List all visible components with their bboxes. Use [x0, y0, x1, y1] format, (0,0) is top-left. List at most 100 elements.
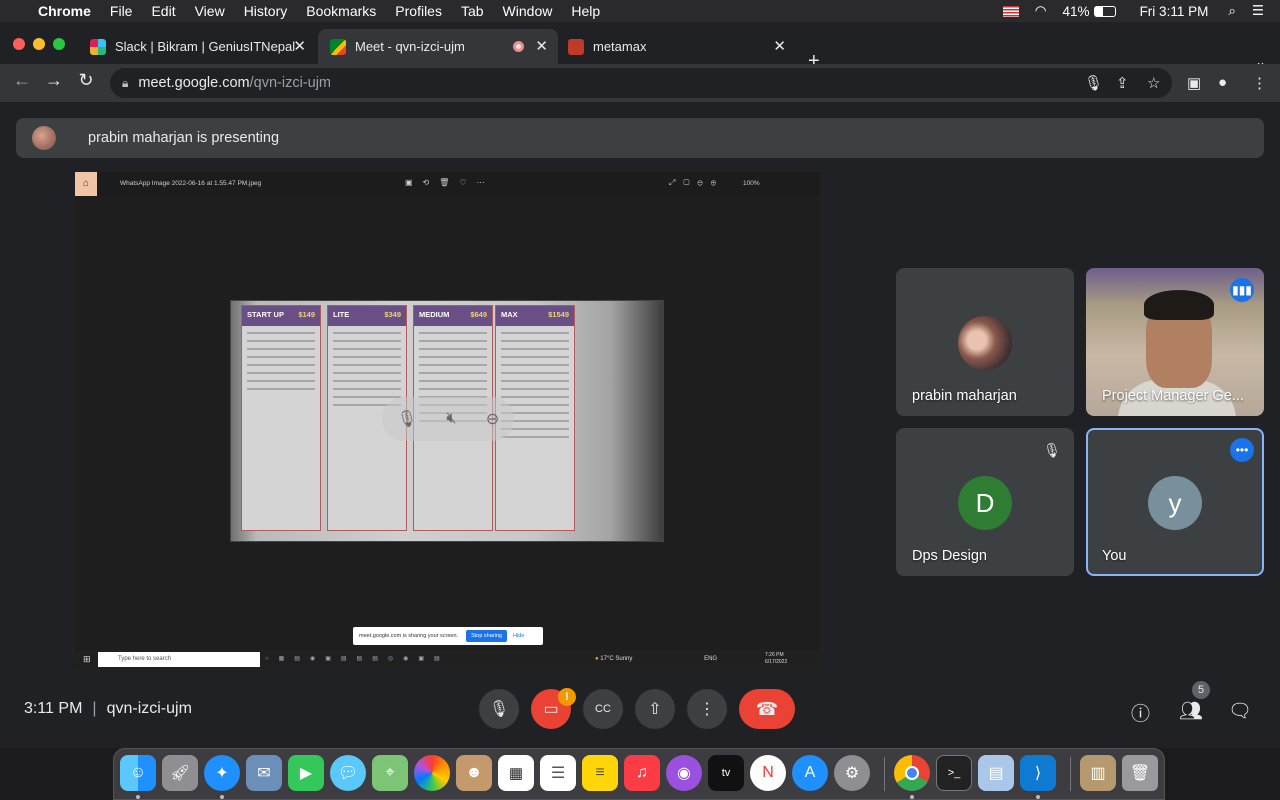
weather-text: 17°C Sunny [600, 656, 633, 662]
calendar-icon[interactable]: ▦ [498, 755, 534, 791]
more-options-icon[interactable]: ••• [1230, 438, 1254, 462]
people-icon[interactable]: 👥︎ [1179, 699, 1203, 723]
share-notice-text: meet.google.com is sharing your screen. [359, 633, 459, 639]
minimize-window-button[interactable] [33, 38, 45, 50]
tab-slack[interactable]: Slack | Bikram | GeniusITNepal ✕ [80, 29, 316, 64]
system-preferences-icon[interactable]: ⚙ [834, 755, 870, 791]
messages-icon[interactable]: 💬︎ [330, 755, 366, 791]
menu-help[interactable]: Help [571, 3, 600, 19]
participant-tile[interactable]: ▮▮▮ Project Manager Ge... [1086, 268, 1264, 416]
side-panel-icon[interactable]: ▣ [1187, 74, 1201, 92]
apple-tv-icon[interactable]: tv [708, 755, 744, 791]
taskbar-date: 6/17/2022 [765, 659, 788, 665]
facetime-icon[interactable]: ▶ [288, 755, 324, 791]
safari-icon[interactable]: ✦ [204, 755, 240, 791]
menu-view[interactable]: View [195, 3, 225, 19]
menu-history[interactable]: History [244, 3, 288, 19]
mac-menu-bar: Chrome File Edit View History Bookmarks … [0, 0, 1280, 22]
chat-icon[interactable]: 🗨︎ [1228, 699, 1252, 723]
mic-off-icon: 🎙︎ [396, 411, 417, 428]
terminal-icon[interactable]: >_ [936, 755, 972, 791]
microphone-button[interactable]: 🎙︎ [479, 689, 519, 729]
close-tab-icon[interactable]: ✕ [293, 37, 306, 55]
participant-tile[interactable]: 🎙︎ D Dps Design [896, 428, 1074, 576]
podcasts-icon[interactable]: ◉ [666, 755, 702, 791]
leave-call-button[interactable]: ☎︎ [739, 689, 795, 729]
lock-icon[interactable]: 🔒︎ [122, 76, 128, 91]
plan-name: MAX [501, 310, 518, 319]
menu-bookmarks[interactable]: Bookmarks [306, 3, 376, 19]
weather-icon: ● [595, 656, 599, 662]
launchpad-icon[interactable]: 🚀︎ [162, 755, 198, 791]
chrome-icon[interactable] [894, 755, 930, 791]
control-center-icon[interactable]: ☰ [1252, 3, 1264, 19]
wifi-icon[interactable]: ◠ [1035, 3, 1047, 19]
bookmark-star-icon[interactable]: ☆ [1147, 74, 1160, 92]
spotlight-search-icon[interactable]: ⌕ [1228, 3, 1236, 19]
captions-button[interactable]: CC [583, 689, 623, 729]
url-path: /qvn-izci-ujm [249, 75, 331, 91]
menu-clock[interactable]: Fri 3:11 PM [1140, 4, 1209, 19]
menu-file[interactable]: File [110, 3, 133, 19]
profile-avatar-icon[interactable]: ● [1218, 74, 1227, 91]
back-arrow-icon[interactable]: ← [10, 70, 34, 91]
notes-icon[interactable]: ≡ [582, 755, 618, 791]
hide-button[interactable]: Hide [513, 633, 524, 639]
music-icon[interactable]: ♫ [624, 755, 660, 791]
menu-profiles[interactable]: Profiles [395, 3, 442, 19]
photo-app-icon[interactable]: ✉ [246, 755, 282, 791]
meeting-info-icon[interactable]: ⓘ [1131, 699, 1150, 726]
menu-tab[interactable]: Tab [461, 3, 484, 19]
tab-metamax[interactable]: metamax ✕ [560, 29, 796, 64]
forward-arrow-icon[interactable]: → [42, 70, 66, 91]
present-screen-button[interactable]: ⇧ [635, 689, 675, 729]
plan-price: $649 [470, 310, 487, 319]
stop-sharing-button[interactable]: Stop sharing [466, 630, 507, 642]
preview-icon[interactable]: ▤ [978, 755, 1014, 791]
trash-icon[interactable]: 🗑︎ [1122, 755, 1158, 791]
photos-icon[interactable] [414, 755, 450, 791]
participant-count-badge: 5 [1192, 681, 1210, 699]
finder-icon[interactable]: ☺ [120, 755, 156, 791]
plan-column: START UP $149 [241, 305, 321, 531]
zoom-window-button[interactable] [53, 38, 65, 50]
more-menu-icon[interactable]: ⋮ [1252, 74, 1267, 92]
app-store-icon[interactable]: A [792, 755, 828, 791]
participant-photo [958, 316, 1012, 370]
taskbar-clock: 7:26 PM 6/17/2022 [765, 652, 787, 666]
close-tab-icon[interactable]: ✕ [773, 37, 786, 55]
remove-icon: ⊖ [485, 411, 500, 428]
vscode-icon[interactable]: ⟩ [1020, 755, 1056, 791]
menu-window[interactable]: Window [503, 3, 553, 19]
volume-off-icon: 🔇︎ [446, 410, 457, 427]
url-host: meet.google.com [138, 75, 250, 91]
microphone-site-icon[interactable]: 🎙︎ [1084, 74, 1103, 92]
mac-dock: ☺ 🚀︎ ✦ ✉ ▶ 💬︎ ⌖ ☻ ▦ ☰ ≡ ♫ ◉ tv N A ⚙ >_ … [113, 748, 1165, 800]
maps-icon[interactable]: ⌖ [372, 755, 408, 791]
plan-price: $149 [298, 310, 315, 319]
battery-icon[interactable] [1093, 5, 1116, 17]
participant-tile[interactable]: prabin maharjan [896, 268, 1074, 416]
tab-meet[interactable]: Meet - qvn-izci-ujm ✕ [318, 29, 558, 64]
participant-tile-self[interactable]: ••• y You [1086, 428, 1264, 576]
menu-app-name[interactable]: Chrome [38, 3, 91, 19]
more-options-button[interactable]: ⋮ [687, 689, 727, 729]
reload-icon[interactable]: ↻ [74, 70, 98, 91]
news-icon[interactable]: N [750, 755, 786, 791]
close-tab-icon[interactable]: ✕ [535, 37, 548, 55]
reminders-icon[interactable]: ☰ [540, 755, 576, 791]
tab-title: Meet - qvn-izci-ujm [355, 39, 465, 54]
tab-title: metamax [593, 39, 647, 54]
menu-edit[interactable]: Edit [151, 3, 175, 19]
home-icon[interactable]: ⌂ [75, 172, 97, 196]
flag-icon[interactable] [1002, 5, 1019, 17]
contacts-icon[interactable]: ☻ [456, 755, 492, 791]
downloads-stack-icon[interactable]: ▥ [1080, 755, 1116, 791]
browser-toolbar: ← → ↻ 🔒︎ meet.google.com /qvn-izci-ujm 🎙… [0, 64, 1280, 102]
share-icon[interactable]: ⇪ [1116, 74, 1129, 92]
close-window-button[interactable] [13, 38, 25, 50]
windows-taskbar: ⊞ Type here to search ○▦▤◉▣▤▤▤◎◉▣▤ ● 17°… [75, 650, 820, 669]
shared-screen[interactable]: ⌂ WhatsApp Image 2022-06-16 at 1.55.47 P… [75, 172, 820, 669]
address-bar[interactable]: 🔒︎ meet.google.com /qvn-izci-ujm [110, 68, 1172, 98]
participant-name: You [1102, 548, 1127, 564]
